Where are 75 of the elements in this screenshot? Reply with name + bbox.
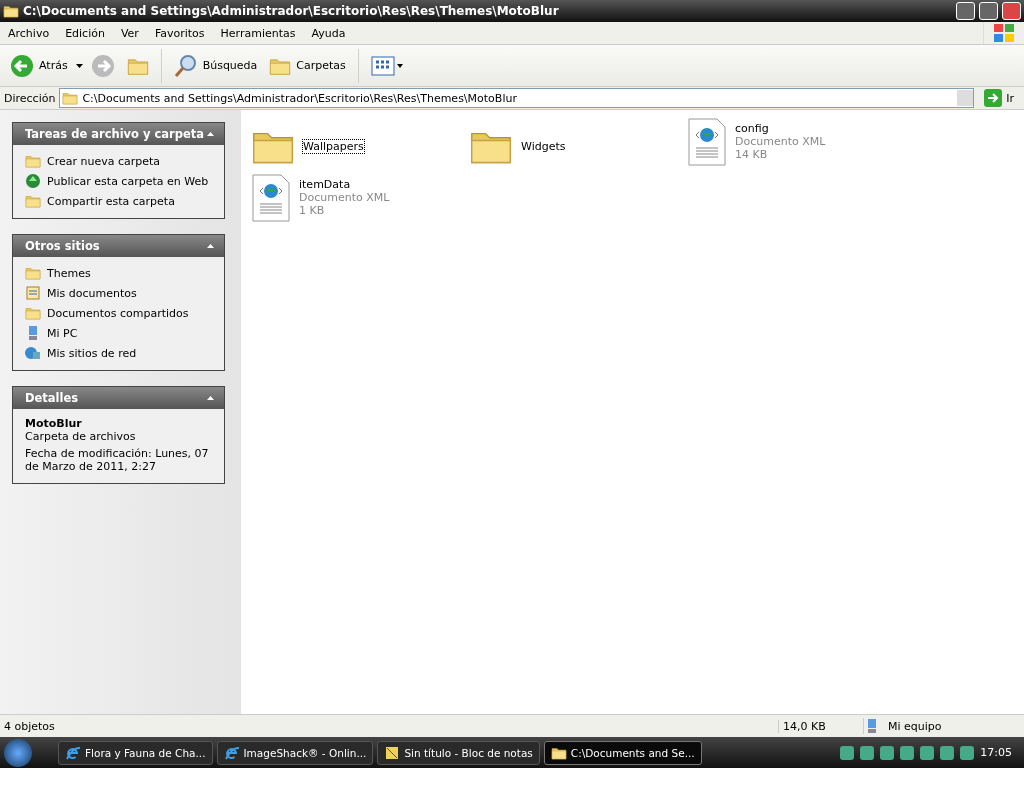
file-size: 1 KB [299, 204, 326, 217]
search-button[interactable]: Búsqueda [169, 51, 262, 80]
sidebar-link[interactable]: Mis sitios de red [47, 346, 137, 360]
folder-icon [25, 265, 41, 281]
sidebar-link[interactable]: Crear nueva carpeta [47, 154, 161, 168]
address-label: Dirección [4, 91, 56, 105]
sidebar-link[interactable]: Documentos compartidos [47, 306, 189, 320]
maximize-button[interactable] [979, 2, 998, 20]
go-button[interactable]: Ir [978, 89, 1020, 107]
file-type: Documento XML [735, 135, 826, 148]
sidebar-link[interactable]: Mi PC [47, 326, 78, 340]
network-icon [25, 345, 41, 361]
details-type: Carpeta de archivos [25, 430, 136, 443]
document-icon [25, 285, 41, 301]
browser-icon [65, 744, 81, 761]
menu-item[interactable]: Archivo [0, 26, 58, 40]
panel-header[interactable]: Tareas de archivo y carpeta [13, 123, 224, 145]
close-button[interactable] [1002, 2, 1021, 20]
menu-item[interactable]: Ver [112, 26, 147, 40]
details-name: MotoBlur [25, 417, 82, 430]
status-size: 14,0 KB [778, 719, 863, 733]
xml-document-icon [687, 118, 727, 166]
taskbar-button[interactable]: ImageShack® - Onlin... [216, 740, 374, 765]
xml-document-icon [251, 174, 291, 222]
panel-header[interactable]: Otros sitios [13, 235, 224, 257]
back-button[interactable]: Atrás [6, 51, 72, 80]
browser-icon [223, 744, 240, 761]
menu-item[interactable]: Ayuda [303, 26, 354, 40]
file-type: Documento XML [299, 191, 390, 204]
views-icon [370, 55, 403, 76]
file-name[interactable]: config [735, 122, 826, 135]
folder-icon [62, 90, 79, 106]
new-folder-icon [25, 153, 41, 169]
folders-button[interactable]: Carpetas [265, 52, 350, 79]
minimize-button[interactable] [956, 2, 975, 20]
tray-icon[interactable] [940, 745, 955, 760]
tray-icon[interactable] [920, 745, 935, 760]
notepad-icon [384, 744, 401, 761]
collapse-icon[interactable] [207, 244, 214, 248]
details-modified: Fecha de modificación: Lunes, 07 de Marzo de 2011, 2:27 [25, 447, 210, 473]
file-size: 14 KB [735, 148, 769, 161]
start-button[interactable] [4, 738, 32, 767]
clock: 17:05 [980, 746, 1012, 759]
taskbar-button[interactable]: Sin título - Bloc de notas [377, 740, 540, 765]
sidebar-link[interactable]: Mis documentos [47, 286, 137, 300]
collapse-icon[interactable] [207, 132, 214, 136]
flag-logo-icon [993, 23, 1015, 43]
address-field[interactable]: C:\Documents and Settings\Administrador\Escritorio\Res\Res\Themes\MotoBlur [59, 88, 975, 108]
folder-icon [3, 3, 19, 19]
tray-icon[interactable] [880, 745, 895, 760]
menu-item[interactable]: Herramientas [212, 26, 304, 40]
status-count: 4 objetos [3, 719, 56, 733]
collapse-icon[interactable] [207, 396, 214, 400]
caret-icon[interactable] [75, 63, 83, 68]
menu-item[interactable]: Edición [57, 26, 113, 40]
globe-icon [25, 173, 41, 189]
folder-icon [25, 305, 41, 321]
file-name[interactable]: Wallpapers [303, 139, 364, 153]
shared-folder-icon [25, 193, 41, 209]
panel-header[interactable]: Detalles [13, 387, 224, 409]
search-icon [173, 53, 198, 78]
tray-icon[interactable] [960, 745, 975, 760]
file-name[interactable]: itemData [299, 178, 390, 191]
file-name[interactable]: Widgets [521, 139, 566, 153]
status-zone: Mi equipo [887, 719, 943, 733]
sidebar-link[interactable]: Publicar esta carpeta en Web [47, 174, 209, 188]
tray-icon[interactable] [900, 745, 915, 760]
taskbar-button[interactable]: C:\Documents and Se... [543, 740, 702, 765]
menu-item[interactable]: Favoritos [146, 26, 213, 40]
tray-icon[interactable] [860, 745, 875, 760]
taskbar-button[interactable]: Flora y Fauna de Cha... [58, 740, 213, 765]
tray-icon[interactable] [840, 745, 855, 760]
window-title: C:\Documents and Settings\Administrador\Escritorio\Res\Res\Themes\MotoBlur [23, 4, 560, 18]
sidebar-link[interactable]: Compartir esta carpeta [47, 194, 175, 208]
sidebar-link[interactable]: Themes [47, 266, 91, 280]
